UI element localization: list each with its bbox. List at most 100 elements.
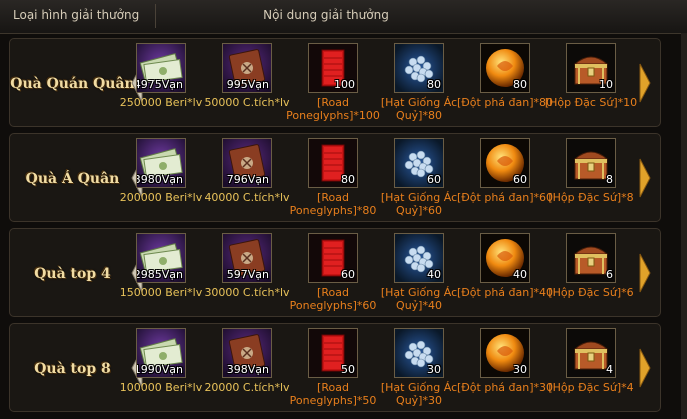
chest-icon: 4: [566, 328, 616, 378]
reward-item[interactable]: 6 [Hộp Đặc Sứ]*6: [541, 233, 634, 318]
chest-icon: 8: [566, 138, 616, 188]
reward-item[interactable]: 40 [Đột phá đan]*40: [455, 233, 553, 318]
reward-item-label: [Road Poneglyphs]*80: [289, 191, 377, 217]
item-quantity: 2985Vạn: [136, 268, 183, 281]
reward-item-label: [Hộp Đặc Sứ]*6: [548, 286, 634, 299]
orb-icon: 80: [480, 43, 530, 93]
book-icon: 398Vạn: [222, 328, 272, 378]
item-quantity: 597Vạn: [226, 268, 269, 281]
orb-icon: 40: [480, 233, 530, 283]
reward-item-label: [Đột phá đan]*60: [456, 191, 554, 204]
reward-item[interactable]: 8 [Hộp Đặc Sứ]*8: [541, 138, 634, 223]
reward-item-label: 100000 Beri*lv: [119, 381, 203, 394]
item-quantity: 40: [513, 268, 527, 281]
reward-row-1: Quà Quán Quân 4975Vạn 250000 Beri*lv 995…: [9, 38, 661, 127]
item-quantity: 60: [427, 173, 441, 186]
red-book-icon: 100: [308, 43, 358, 93]
item-quantity: 80: [427, 78, 441, 91]
reward-item-label: [Road Poneglyphs]*100: [286, 96, 380, 122]
item-quantity: 398Vạn: [226, 363, 269, 376]
reward-item-label: [Hộp Đặc Sứ]*8: [548, 191, 634, 204]
chest-icon: 6: [566, 233, 616, 283]
reward-item[interactable]: 50 [Road Poneglyphs]*50: [283, 328, 376, 413]
reward-item-label: [Đột phá đan]*80: [456, 96, 554, 109]
item-quantity: 50: [341, 363, 355, 376]
money-icon: 4975Vạn: [136, 43, 186, 93]
reward-item-label: [Road Poneglyphs]*60: [289, 286, 377, 312]
item-quantity: 3980Vạn: [136, 173, 183, 186]
red-book-icon: 50: [308, 328, 358, 378]
money-icon: 2985Vạn: [136, 233, 186, 283]
item-quantity: 995Vạn: [226, 78, 269, 91]
reward-item[interactable]: 40 [Hạt Giống Ác Quỷ]*40: [369, 233, 459, 318]
money-icon: 1990Vạn: [136, 328, 186, 378]
book-icon: 597Vạn: [222, 233, 272, 283]
reward-row-2: Quà Á Quân 3980Vạn 200000 Beri*lv 796Vạn…: [9, 133, 661, 222]
seeds-icon: 60: [394, 138, 444, 188]
reward-item[interactable]: 80 [Road Poneglyphs]*80: [283, 138, 376, 223]
reward-item[interactable]: 80 [Hạt Giống Ác Quỷ]*80: [369, 43, 459, 128]
header-reward-content: Nội dung giải thưởng: [263, 8, 389, 22]
item-quantity: 30: [513, 363, 527, 376]
reward-item-label: 50000 C.tích*lv: [204, 96, 290, 109]
reward-item[interactable]: 60 [Đột phá đan]*60: [455, 138, 553, 223]
reward-item-label: 40000 C.tích*lv: [204, 191, 290, 204]
reward-item[interactable]: 2985Vạn 150000 Beri*lv: [111, 233, 202, 318]
reward-item-label: [Hộp Đặc Sứ]*4: [548, 381, 634, 394]
seeds-icon: 40: [394, 233, 444, 283]
reward-row-3: Quà top 4 2985Vạn 150000 Beri*lv 597Vạn …: [9, 228, 661, 317]
item-quantity: 80: [341, 173, 355, 186]
reward-item[interactable]: 30 [Hạt Giống Ác Quỷ]*30: [369, 328, 459, 413]
item-quantity: 6: [606, 268, 613, 281]
reward-item[interactable]: 796Vạn 40000 C.tích*lv: [197, 138, 290, 223]
seeds-icon: 80: [394, 43, 444, 93]
reward-item-label: [Hạt Giống Ác Quỷ]*30: [380, 381, 458, 407]
reward-item[interactable]: 398Vạn 20000 C.tích*lv: [197, 328, 290, 413]
book-icon: 796Vạn: [222, 138, 272, 188]
item-quantity: 60: [513, 173, 527, 186]
money-icon: 3980Vạn: [136, 138, 186, 188]
item-quantity: 4: [606, 363, 613, 376]
reward-item[interactable]: 30 [Đột phá đan]*30: [455, 328, 553, 413]
item-quantity: 10: [599, 78, 613, 91]
reward-item[interactable]: 80 [Đột phá đan]*80: [455, 43, 553, 128]
reward-item-label: 20000 C.tích*lv: [204, 381, 290, 394]
red-book-icon: 60: [308, 233, 358, 283]
reward-item[interactable]: 4 [Hộp Đặc Sứ]*4: [541, 328, 634, 413]
item-quantity: 40: [427, 268, 441, 281]
reward-item-label: [Đột phá đan]*40: [456, 286, 554, 299]
reward-row-4: Quà top 8 1990Vạn 100000 Beri*lv 398Vạn …: [9, 323, 661, 412]
reward-item[interactable]: 60 [Road Poneglyphs]*60: [283, 233, 376, 318]
reward-item-label: [Road Poneglyphs]*50: [289, 381, 377, 407]
reward-item-label: [Đột phá đan]*30: [456, 381, 554, 394]
reward-item[interactable]: 10 [Hộp Đặc Sứ]*10: [541, 43, 637, 128]
reward-item[interactable]: 597Vạn 30000 C.tích*lv: [197, 233, 290, 318]
item-quantity: 80: [513, 78, 527, 91]
item-quantity: 1990Vạn: [136, 363, 183, 376]
reward-item-label: 150000 Beri*lv: [119, 286, 203, 299]
item-quantity: 60: [341, 268, 355, 281]
item-quantity: 30: [427, 363, 441, 376]
reward-item[interactable]: 60 [Hạt Giống Ác Quỷ]*60: [369, 138, 459, 223]
reward-item-label: 30000 C.tích*lv: [204, 286, 290, 299]
item-quantity: 100: [334, 78, 355, 91]
reward-item[interactable]: 995Vạn 50000 C.tích*lv: [197, 43, 290, 128]
header-reward-type: Loại hình giải thưởng: [13, 8, 140, 22]
reward-item[interactable]: 4975Vạn 250000 Beri*lv: [111, 43, 202, 128]
scrollbar[interactable]: [681, 33, 687, 419]
orb-icon: 60: [480, 138, 530, 188]
reward-item-label: 200000 Beri*lv: [119, 191, 203, 204]
table-header: Loại hình giải thưởng Nội dung giải thưở…: [0, 0, 687, 34]
reward-item-label: [Hộp Đặc Sứ]*10: [544, 96, 638, 109]
reward-item-label: [Hạt Giống Ác Quỷ]*80: [380, 96, 458, 122]
book-icon: 995Vạn: [222, 43, 272, 93]
orb-icon: 30: [480, 328, 530, 378]
reward-item-label: 250000 Beri*lv: [119, 96, 203, 109]
item-quantity: 796Vạn: [226, 173, 269, 186]
reward-item[interactable]: 3980Vạn 200000 Beri*lv: [111, 138, 202, 223]
red-book-icon: 80: [308, 138, 358, 188]
reward-item[interactable]: 100 [Road Poneglyphs]*100: [283, 43, 380, 128]
seeds-icon: 30: [394, 328, 444, 378]
reward-item[interactable]: 1990Vạn 100000 Beri*lv: [111, 328, 202, 413]
chest-icon: 10: [566, 43, 616, 93]
